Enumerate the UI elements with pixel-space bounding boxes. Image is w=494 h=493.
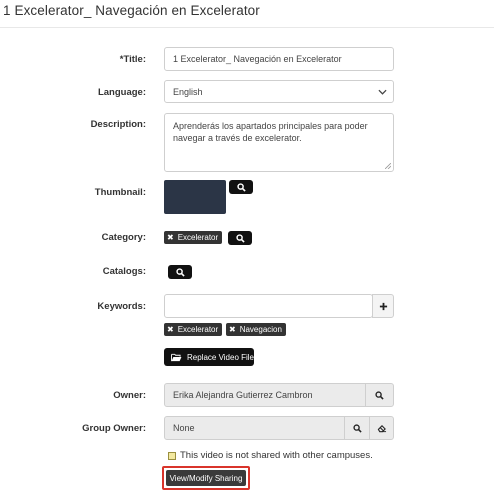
close-icon[interactable]: ✖: [229, 325, 236, 334]
page-title: 1 Excelerator_ Navegación en Excelerator: [3, 3, 260, 18]
keywords-label: Keywords:: [97, 301, 146, 312]
description-text: Aprenderás los apartados principales par…: [173, 121, 368, 143]
language-label: Language:: [97, 87, 146, 98]
owner-label: Owner:: [113, 390, 146, 401]
group-owner-field: None: [164, 416, 345, 440]
eraser-icon: [377, 424, 387, 433]
close-icon[interactable]: ✖: [167, 325, 174, 334]
add-keyword-button[interactable]: [372, 294, 394, 318]
keyword-tag[interactable]: ✖ Navegacion: [226, 323, 286, 336]
note-icon: [168, 451, 176, 460]
catalogs-label: Catalogs:: [102, 266, 146, 277]
replace-video-button[interactable]: Replace Video File: [164, 348, 254, 366]
group-owner-label: Group Owner:: [82, 423, 146, 434]
folder-open-icon: [171, 353, 182, 362]
owner-value: Erika Alejandra Gutierrez Cambron: [173, 390, 313, 400]
category-tag-label: Excelerator: [177, 233, 219, 242]
description-label: Description:: [90, 119, 146, 130]
keywords-input[interactable]: [164, 294, 373, 318]
thumbnail-image[interactable]: [164, 180, 226, 214]
title-label: *Title:: [119, 54, 146, 65]
sharing-highlight-frame: View/Modify Sharing: [162, 466, 250, 490]
group-owner-clear-button[interactable]: [369, 416, 394, 440]
title-input-value: 1 Excelerator_ Navegación en Excelerator: [173, 54, 342, 64]
sharing-note-text: This video is not shared with other camp…: [180, 450, 373, 461]
group-owner-value: None: [173, 423, 195, 433]
search-icon: [235, 233, 245, 243]
category-search-button[interactable]: [228, 231, 252, 245]
owner-search-button[interactable]: [365, 383, 394, 407]
catalogs-search-button[interactable]: [168, 265, 192, 279]
thumbnail-search-button[interactable]: [229, 180, 253, 194]
search-icon: [375, 390, 384, 400]
thumbnail-label: Thumbnail:: [94, 187, 146, 198]
search-icon: [175, 267, 185, 277]
plus-icon: [379, 302, 388, 311]
view-modify-sharing-button[interactable]: View/Modify Sharing: [166, 470, 246, 486]
title-input[interactable]: 1 Excelerator_ Navegación en Excelerator: [164, 47, 394, 71]
keyword-tag-label: Navegacion: [239, 325, 282, 334]
resize-handle-icon[interactable]: [385, 163, 391, 169]
replace-video-label: Replace Video File: [187, 352, 255, 362]
language-select[interactable]: English: [164, 80, 394, 103]
search-icon: [352, 423, 362, 433]
category-label: Category:: [101, 232, 146, 243]
category-tag[interactable]: ✖ Excelerator: [164, 231, 223, 244]
language-select-value: English: [173, 86, 203, 97]
description-textarea[interactable]: Aprenderás los apartados principales par…: [164, 113, 394, 172]
sharing-note: This video is not shared with other camp…: [168, 450, 373, 461]
keyword-tag[interactable]: ✖ Excelerator: [164, 323, 223, 336]
keyword-tag-label: Excelerator: [177, 325, 219, 334]
search-icon: [236, 182, 246, 192]
chevron-down-icon: [378, 87, 387, 96]
group-owner-search-button[interactable]: [344, 416, 370, 440]
owner-field: Erika Alejandra Gutierrez Cambron: [164, 383, 366, 407]
title-divider: [0, 27, 494, 28]
close-icon[interactable]: ✖: [167, 233, 174, 242]
